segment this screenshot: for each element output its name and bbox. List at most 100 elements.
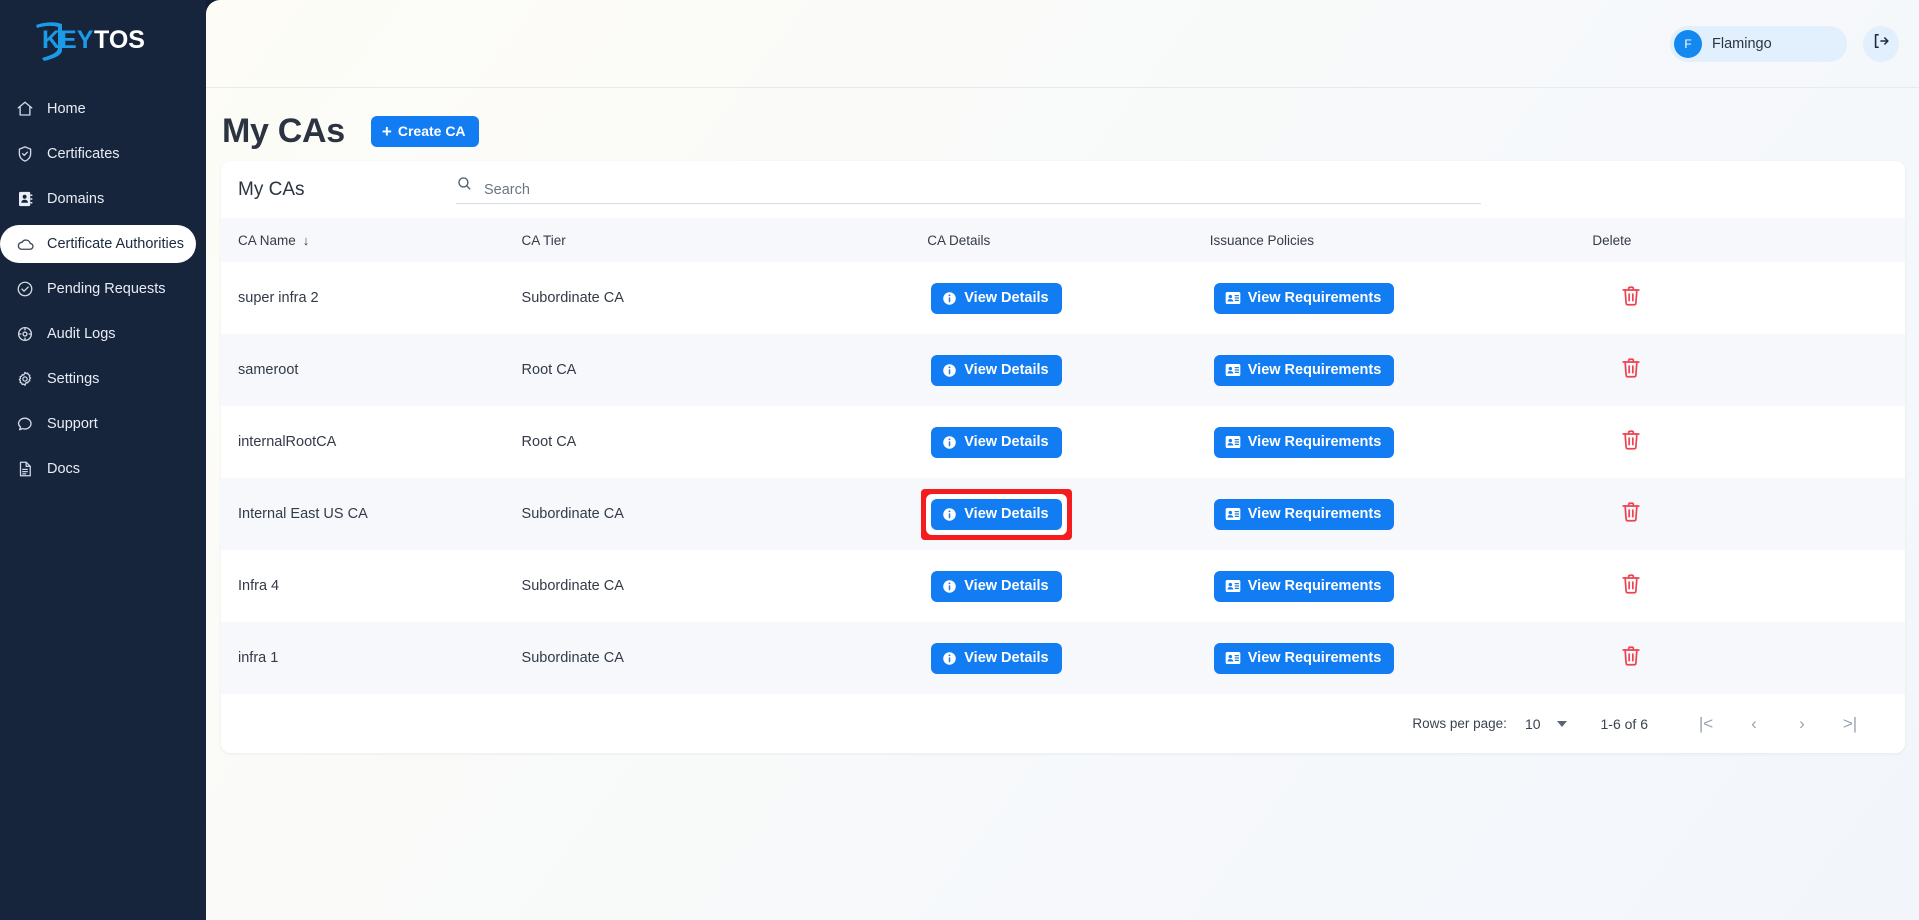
table-row: super infra 2 Subordinate CA View Details V…	[221, 262, 1905, 334]
view-details-label: View Details	[964, 506, 1049, 522]
cell-delete	[1592, 406, 1905, 478]
view-requirements-button[interactable]: View Requirements	[1213, 642, 1395, 674]
button-wrap: View Details	[931, 570, 1062, 602]
highlight-box: View Details	[926, 493, 1067, 535]
view-requirements-button[interactable]: View Requirements	[1213, 354, 1395, 386]
view-requirements-button[interactable]: View Requirements	[1213, 282, 1395, 314]
cell-issuance-policies: View Requirements	[1210, 334, 1593, 406]
shield-check-icon	[14, 143, 36, 165]
info-icon	[942, 363, 957, 378]
keytos-logo: KEY TOS	[32, 18, 206, 64]
rows-per-page-select[interactable]: 10	[1525, 716, 1567, 732]
rows-per-page-value: 10	[1524, 715, 1541, 732]
cloud-icon	[14, 233, 36, 255]
id-card-icon	[1225, 291, 1241, 305]
sidebar-item-certificate-authorities[interactable]: Certificate Authorities	[0, 225, 196, 263]
sidebar-item-label: Audit Logs	[47, 326, 116, 342]
sidebar-item-label: Settings	[47, 371, 100, 387]
address-book-icon	[14, 188, 36, 210]
column-header-delete: Delete	[1592, 232, 1632, 248]
view-requirements-button[interactable]: View Requirements	[1213, 570, 1395, 602]
user-name: Flamingo	[1712, 35, 1772, 52]
delete-icon[interactable]	[1620, 356, 1642, 384]
sidebar-item-docs[interactable]: Docs	[0, 450, 206, 488]
column-header-ca-tier[interactable]: CA Tier	[522, 218, 928, 262]
cell-delete	[1592, 334, 1905, 406]
cell-ca-tier: Subordinate CA	[521, 290, 624, 306]
view-details-label: View Details	[964, 650, 1049, 666]
document-icon	[14, 458, 36, 480]
view-details-button[interactable]: View Details	[931, 354, 1062, 386]
view-requirements-label: View Requirements	[1247, 650, 1382, 666]
delete-icon[interactable]	[1620, 500, 1642, 528]
plus-icon: +	[381, 121, 392, 141]
column-header-issuance-policies: Issuance Policies	[1209, 232, 1315, 248]
cell-issuance-policies: View Requirements	[1210, 550, 1593, 622]
view-details-button[interactable]: View Details	[931, 642, 1062, 674]
card-title: My CAs	[238, 178, 305, 200]
view-requirements-label: View Requirements	[1247, 362, 1382, 378]
search-icon	[456, 175, 473, 197]
view-details-button[interactable]: View Details	[931, 426, 1062, 458]
cell-ca-name: Infra 4	[238, 578, 280, 594]
column-header-ca-name[interactable]: CA Name ↓	[221, 218, 522, 262]
cas-table: CA Name ↓ CA Tier CA Details Issuance Pol…	[221, 218, 1905, 694]
button-wrap: View Details	[931, 642, 1062, 674]
cell-ca-details: View Details	[927, 406, 1210, 478]
logo-tos-text: TOS	[94, 26, 145, 54]
sidebar-item-label: Docs	[47, 461, 81, 477]
user-chip[interactable]: F Flamingo	[1670, 25, 1847, 62]
create-ca-button[interactable]: + Create CA	[370, 115, 479, 147]
compass-icon	[14, 323, 36, 345]
main-content: F Flamingo My CAs + Create CA My CAs Sea…	[206, 0, 1919, 920]
view-details-label: View Details	[964, 362, 1049, 378]
search-field[interactable]	[456, 175, 1481, 204]
sidebar-item-pending-requests[interactable]: Pending Requests	[0, 270, 206, 308]
sidebar-item-certificates[interactable]: Certificates	[0, 135, 206, 173]
delete-icon[interactable]	[1620, 428, 1642, 456]
cell-issuance-policies: View Requirements	[1210, 262, 1593, 334]
info-icon	[942, 651, 957, 666]
check-circle-icon	[14, 278, 36, 300]
create-ca-label: Create CA	[397, 123, 466, 139]
view-requirements-label: View Requirements	[1247, 506, 1382, 522]
sidebar-item-label: Domains	[47, 191, 105, 207]
info-icon	[942, 435, 957, 450]
sidebar-item-home[interactable]: Home	[0, 90, 206, 128]
page-header: My CAs + Create CA	[206, 88, 1919, 152]
cell-ca-name: super infra 2	[238, 290, 319, 306]
view-requirements-button[interactable]: View Requirements	[1213, 426, 1395, 458]
delete-icon[interactable]	[1620, 284, 1642, 312]
logout-button[interactable]	[1863, 25, 1899, 62]
view-details-label: View Details	[964, 434, 1049, 450]
last-page-button[interactable]: >|	[1826, 704, 1874, 744]
delete-icon[interactable]	[1620, 572, 1642, 600]
table-row: infra 1 Subordinate CA View Details View Re…	[221, 622, 1905, 694]
button-wrap: View Details	[931, 282, 1062, 314]
sidebar-item-audit-logs[interactable]: Audit Logs	[0, 315, 206, 353]
table-row: Infra 4 Subordinate CA View Details View Re…	[221, 550, 1905, 622]
gear-icon	[14, 368, 36, 390]
sidebar-item-settings[interactable]: Settings	[0, 360, 206, 398]
cell-issuance-policies: View Requirements	[1210, 478, 1593, 550]
first-page-button[interactable]: |<	[1682, 704, 1730, 744]
sort-desc-icon: ↓	[302, 232, 310, 248]
id-card-icon	[1225, 507, 1241, 521]
view-requirements-button[interactable]: View Requirements	[1213, 498, 1395, 530]
table-body: super infra 2 Subordinate CA View Details V…	[221, 262, 1905, 694]
previous-page-button[interactable]: ‹	[1730, 704, 1778, 744]
view-details-button[interactable]: View Details	[931, 282, 1062, 314]
sidebar-item-support[interactable]: Support	[0, 405, 206, 443]
sidebar-item-label: Certificate Authorities	[47, 236, 185, 252]
sidebar-item-label: Pending Requests	[47, 281, 166, 297]
cell-ca-details: View Details	[927, 262, 1210, 334]
view-details-button[interactable]: View Details	[931, 498, 1062, 530]
cell-ca-name: Internal East US CA	[238, 506, 368, 522]
id-card-icon	[1225, 363, 1241, 377]
view-details-button[interactable]: View Details	[931, 570, 1062, 602]
sidebar-item-domains[interactable]: Domains	[0, 180, 206, 218]
info-icon	[942, 291, 957, 306]
next-page-button[interactable]: ›	[1778, 704, 1826, 744]
delete-icon[interactable]	[1620, 644, 1642, 672]
search-input[interactable]	[484, 182, 1481, 198]
